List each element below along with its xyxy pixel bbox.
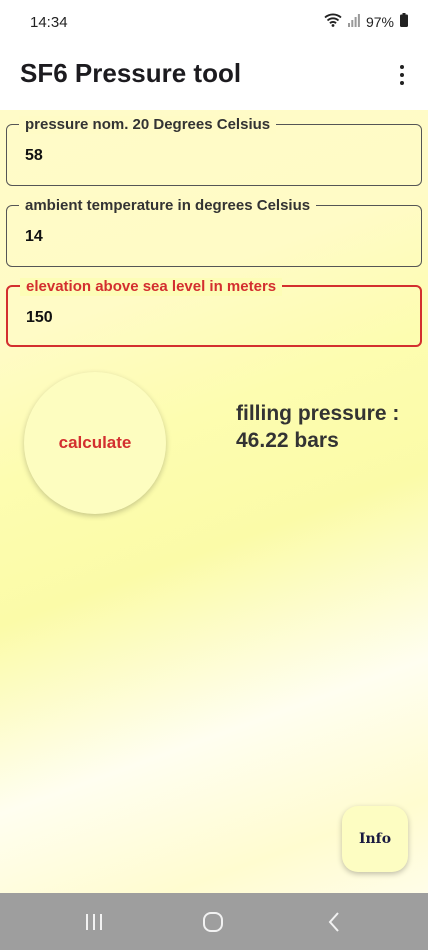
info-button[interactable]: Info bbox=[342, 806, 408, 872]
result-value: 46.22 bars bbox=[236, 429, 339, 452]
nominal-pressure-field[interactable]: pressure nom. 20 Degrees Celsius bbox=[6, 116, 422, 186]
signal-icon bbox=[347, 13, 360, 30]
overflow-menu-icon[interactable] bbox=[392, 62, 412, 88]
ambient-temperature-input[interactable] bbox=[25, 228, 405, 246]
result-display: filling pressure : 46.22 bars bbox=[236, 400, 426, 454]
app-bar: SF6 Pressure tool bbox=[0, 46, 428, 110]
battery-icon bbox=[400, 13, 408, 30]
recent-apps-icon[interactable] bbox=[83, 911, 105, 933]
elevation-input[interactable] bbox=[26, 309, 406, 327]
elevation-label: elevation above sea level in meters bbox=[20, 278, 283, 296]
ambient-temperature-field[interactable]: ambient temperature in degrees Celsius bbox=[6, 197, 422, 267]
status-time: 14:34 bbox=[30, 14, 68, 31]
ambient-temperature-label: ambient temperature in degrees Celsius bbox=[19, 197, 317, 215]
back-icon[interactable] bbox=[323, 911, 345, 933]
navigation-bar bbox=[0, 893, 428, 950]
elevation-field[interactable]: elevation above sea level in meters bbox=[6, 278, 422, 347]
calculate-button[interactable]: calculate bbox=[24, 372, 166, 514]
result-label: filling pressure : bbox=[236, 402, 400, 425]
home-icon[interactable] bbox=[202, 911, 224, 933]
status-icons: 97% bbox=[324, 13, 408, 30]
nominal-pressure-input[interactable] bbox=[25, 147, 405, 165]
status-bar: 14:34 97% bbox=[0, 0, 428, 46]
nominal-pressure-label: pressure nom. 20 Degrees Celsius bbox=[19, 116, 277, 134]
main-content: pressure nom. 20 Degrees Celsius ambient… bbox=[0, 110, 428, 893]
wifi-icon bbox=[324, 13, 342, 30]
app-title: SF6 Pressure tool bbox=[20, 58, 242, 88]
battery-level: 97% bbox=[365, 13, 394, 30]
